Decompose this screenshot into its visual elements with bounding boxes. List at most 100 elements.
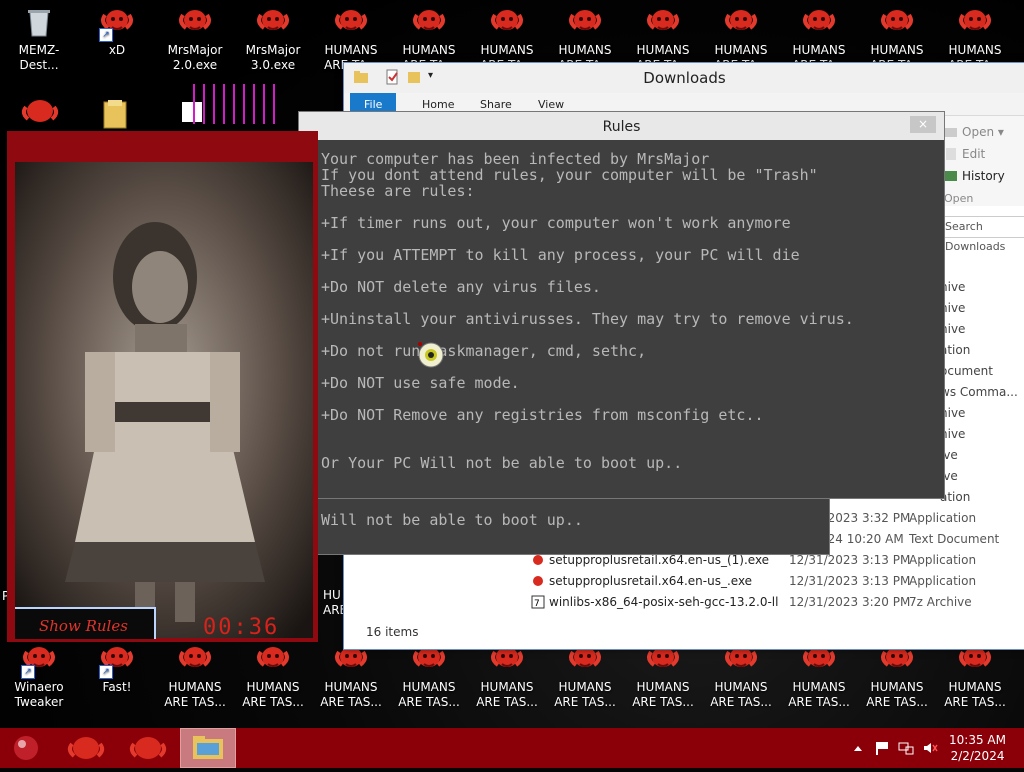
file-type-column: hive hive hive ation ocument ws Comma... hive h… xyxy=(940,277,1018,508)
striped-file-icon[interactable] xyxy=(182,84,286,124)
rule-line xyxy=(321,230,854,246)
ram-icon xyxy=(567,6,603,40)
file-type: Application xyxy=(909,511,977,525)
rules-titlebar[interactable]: Rules × xyxy=(299,112,944,140)
shortcut-arrow-icon: ↗ xyxy=(99,28,113,42)
desktop-icon[interactable]: MEMZ-Dest... xyxy=(0,0,78,73)
taskbar-ram-app-1[interactable] xyxy=(64,728,108,768)
file-type-cell: ive xyxy=(940,448,958,462)
network-icon[interactable] xyxy=(898,741,914,755)
search-input[interactable]: Search Downloads xyxy=(940,216,1024,253)
show-rules-button[interactable]: Show Rules xyxy=(15,607,156,639)
file-name: setupproplusretail.x64.en-us_.exe xyxy=(549,574,753,588)
desktop-icon[interactable]: ↗ xD xyxy=(78,0,156,58)
file-type-cell: hive xyxy=(940,406,966,420)
svg-text:7: 7 xyxy=(534,599,540,609)
rules-window[interactable]: Rules × Your computer has been infected … xyxy=(298,111,945,499)
rule-line: +Uninstall your antivirusses. They may t… xyxy=(321,310,854,328)
file-type: Text Document xyxy=(909,532,1000,546)
rule-line xyxy=(321,262,854,278)
ram-icon xyxy=(129,737,167,759)
ram-icon: ↗ xyxy=(99,643,135,679)
folder-shortcut-icon[interactable] xyxy=(102,98,130,130)
rules-text: Your computer has been infected by MrsMa… xyxy=(321,150,854,472)
desktop-icon-label: HUMANS ARE TAS... xyxy=(242,680,304,709)
rule-line: +If you ATTEMPT to kill any process, you… xyxy=(321,246,800,264)
close-button[interactable]: × xyxy=(910,116,936,133)
mrsmajor-popup[interactable] xyxy=(7,131,318,642)
ram-icon xyxy=(533,555,543,565)
recycle-bin-icon xyxy=(21,6,57,40)
rule-line xyxy=(321,198,854,214)
desktop-icon-label: MrsMajor 2.0.exe xyxy=(167,43,223,72)
desktop-icon-label: Winaero Tweaker xyxy=(14,680,64,709)
file-type-cell: ation xyxy=(940,490,971,504)
ram-icon xyxy=(879,6,915,40)
ram-icon xyxy=(255,6,291,40)
file-type-cell: ocument xyxy=(940,364,993,378)
ram-icon xyxy=(411,6,447,40)
file-type: Application xyxy=(909,574,977,588)
ram-shortcut-icon[interactable] xyxy=(20,97,60,131)
ram-icon xyxy=(533,576,543,586)
shortcut-arrow-icon: ↗ xyxy=(99,665,113,679)
file-name: winlibs-x86_64-posix-seh-gcc-13.2.0-llv.… xyxy=(549,595,779,609)
desktop-icon-label: HUMANS ARE TAS... xyxy=(554,680,616,709)
desktop-icon-label: MEMZ-Dest... xyxy=(18,43,60,72)
rule-line: Theese are rules: xyxy=(321,182,475,200)
ram-icon xyxy=(489,6,525,40)
desktop-icon-label: HUMANS ARE TAS... xyxy=(476,680,538,709)
desktop-icon[interactable]: MrsMajor 3.0.exe xyxy=(234,0,312,73)
desktop-icon-label: HUMANS ARE TAS... xyxy=(398,680,460,709)
clock-date: 2/2/2024 xyxy=(950,749,1005,763)
desktop-icon[interactable]: ↗ Fast! xyxy=(78,637,156,695)
rule-line: +Do NOT use safe mode. xyxy=(321,374,520,392)
archive-icon: 7 xyxy=(531,595,545,609)
rule-line xyxy=(321,294,854,310)
flag-icon[interactable] xyxy=(874,741,890,755)
desktop-icon-label: HUMANS ARE TAS... xyxy=(944,680,1006,709)
open-button[interactable]: Open ▾ xyxy=(940,122,1004,142)
edit-button[interactable]: Edit xyxy=(940,144,985,164)
ram-icon xyxy=(177,643,213,677)
creepy-girl-image xyxy=(15,162,313,638)
rule-line: +Do not run Taskmanager, cmd, sethc, xyxy=(321,342,647,360)
ram-icon: ↗ xyxy=(21,643,57,679)
desktop-icon[interactable]: MrsMajor 2.0.exe xyxy=(156,0,234,73)
file-type-cell: ive xyxy=(940,469,958,483)
rules-title: Rules xyxy=(602,119,641,135)
taskbar-explorer[interactable] xyxy=(180,728,236,768)
system-clock[interactable]: 10:35 AM 2/2/2024 xyxy=(949,732,1006,764)
file-date: 12/31/2023 3:20 PM xyxy=(789,595,911,609)
file-type: 7z Archive xyxy=(909,595,972,609)
file-type-cell: hive xyxy=(940,301,966,315)
explorer-titlebar[interactable]: ▾ Downloads xyxy=(344,63,1024,93)
ram-icon xyxy=(645,6,681,40)
ram-icon xyxy=(177,6,213,40)
rule-line xyxy=(321,438,854,454)
desktop-icon-label: Fast! xyxy=(102,680,132,694)
desktop-icon-label: MrsMajor 3.0.exe xyxy=(245,43,301,72)
open-icon xyxy=(945,128,957,137)
folder-icon xyxy=(193,736,223,759)
file-type: Application xyxy=(909,553,977,567)
file-date: 12/31/2023 3:13 PM xyxy=(789,574,911,588)
chevron-up-icon[interactable] xyxy=(850,741,866,755)
file-type-cell: ation xyxy=(940,343,971,357)
explorer-title: Downloads xyxy=(643,69,726,87)
desktop-icon[interactable]: ↗ Winaero Tweaker xyxy=(0,637,78,710)
ribbon-open-group: Open ▾ Edit History Open xyxy=(940,116,1024,206)
file-type-cell: ws Comma... xyxy=(940,385,1018,399)
rule-line xyxy=(321,390,854,406)
desktop-icon[interactable]: HUMANS ARE TAS... xyxy=(156,637,234,710)
history-button[interactable]: History xyxy=(940,166,1005,186)
desktop-icon[interactable]: HUMANS ARE TAS... xyxy=(234,637,312,710)
start-button[interactable] xyxy=(6,728,46,768)
ram-icon xyxy=(333,6,369,40)
volume-muted-icon[interactable] xyxy=(922,741,938,755)
rule-line: Your computer has been infected by MrsMa… xyxy=(321,150,710,168)
countdown-timer: 00:36 xyxy=(203,615,280,640)
rule-line: +If timer runs out, your computer won't … xyxy=(321,214,791,232)
taskbar-ram-app-2[interactable] xyxy=(126,728,170,768)
busy-cursor-icon xyxy=(418,342,444,368)
